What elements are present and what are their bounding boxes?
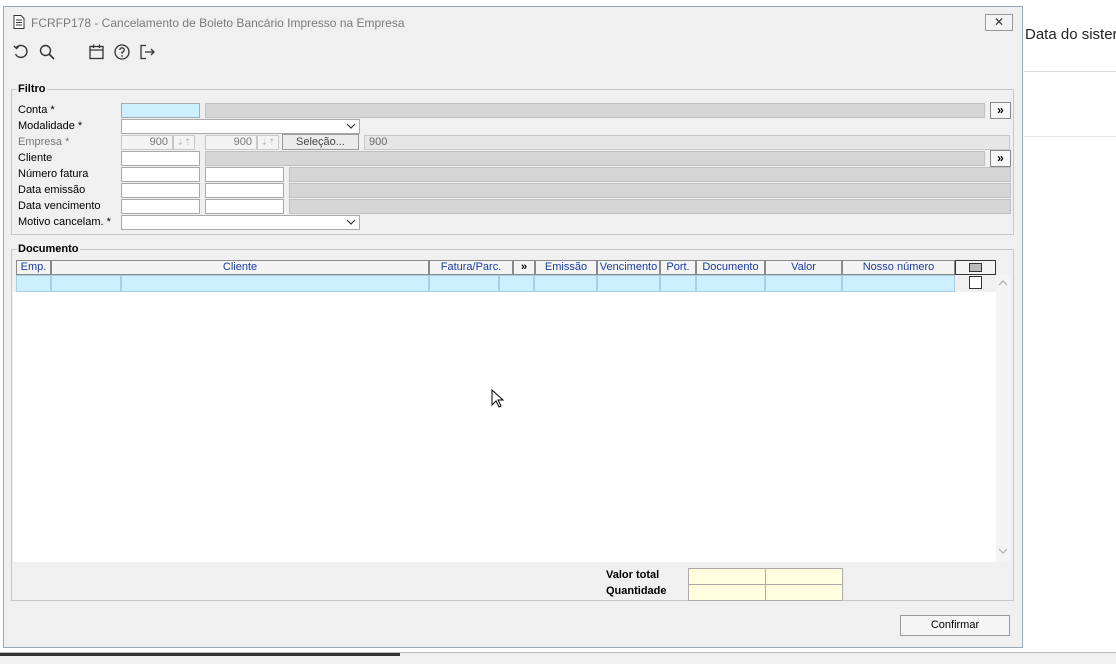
toolbar <box>4 35 1022 65</box>
help-icon <box>114 44 130 60</box>
refresh-button[interactable] <box>12 43 30 61</box>
cell-fatura[interactable] <box>429 275 499 292</box>
modalidade-select[interactable] <box>121 119 360 134</box>
cell-valor[interactable] <box>765 275 842 292</box>
search-icon <box>39 44 55 60</box>
data-emissao-info <box>289 183 1011 198</box>
cell-cliente-name[interactable] <box>121 275 429 292</box>
cell-nosso-numero[interactable] <box>842 275 955 292</box>
chevron-up-icon[interactable] <box>998 279 1008 287</box>
column-header-fatura-parc[interactable]: Fatura/Parc. <box>429 260 513 275</box>
exit-button[interactable] <box>138 43 156 61</box>
divider <box>1024 71 1116 72</box>
conta-lookup-button[interactable]: » <box>990 102 1011 119</box>
filter-title: Filtro <box>17 83 47 95</box>
column-header-documento[interactable]: Documento <box>696 260 765 275</box>
select-all-checkbox[interactable] <box>969 263 982 272</box>
background-system-date-label: Data do sister <box>1025 26 1116 43</box>
row-checkbox[interactable] <box>969 276 982 289</box>
cell-emp[interactable] <box>16 275 51 292</box>
cell-port[interactable] <box>660 275 696 292</box>
quantidade-value <box>688 584 766 601</box>
empresa-label: Empresa * <box>18 136 70 148</box>
motivo-select[interactable] <box>121 215 360 230</box>
data-emissao-from-input[interactable] <box>121 183 200 198</box>
search-button[interactable] <box>38 43 56 61</box>
column-header-valor[interactable]: Valor <box>765 260 842 275</box>
conta-description <box>205 103 985 118</box>
divider <box>1024 136 1116 137</box>
background-app: Data do sister <box>1024 0 1116 663</box>
document-icon <box>13 15 25 29</box>
content-area: Filtro Conta * » Modalidade * Empresa * … <box>4 65 1022 647</box>
data-vencimento-info <box>289 199 1011 214</box>
column-header-emissao[interactable]: Emissão <box>535 260 597 275</box>
chevron-down-icon[interactable] <box>998 547 1008 555</box>
selecao-label: Seleção... <box>296 136 345 148</box>
cliente-lookup-button[interactable]: » <box>990 150 1011 167</box>
cliente-label: Cliente <box>18 152 53 164</box>
empresa-description: 900 <box>364 135 1010 150</box>
column-header-port[interactable]: Port. <box>660 260 696 275</box>
cliente-input[interactable] <box>121 151 200 166</box>
documento-title: Documento <box>17 243 80 255</box>
cell-cliente-code[interactable] <box>51 275 121 292</box>
column-header-cliente[interactable]: Cliente <box>51 260 429 275</box>
data-emissao-label: Data emissão <box>18 184 86 196</box>
window-title: FCRFP178 - Cancelamento de Boleto Bancár… <box>31 16 405 30</box>
confirmar-label: Confirmar <box>930 619 980 631</box>
valor-total-value-2 <box>765 568 843 585</box>
vertical-scrollbar[interactable] <box>996 275 1010 562</box>
column-header-nosso-numero[interactable]: Nosso número <box>842 260 955 275</box>
calendar-icon <box>89 44 104 60</box>
exit-icon <box>140 44 155 60</box>
chevron-down-icon <box>346 123 356 129</box>
mouse-cursor-icon <box>491 389 505 408</box>
cell-emissao[interactable] <box>534 275 597 292</box>
data-vencimento-to-input[interactable] <box>205 199 284 214</box>
empresa-from-input: 900 <box>121 135 173 150</box>
filter-group: Filtro Conta * » Modalidade * Empresa * … <box>11 83 1014 235</box>
empresa-from-spinner: ⇣⇡ <box>173 135 195 150</box>
modalidade-label: Modalidade * <box>18 120 83 132</box>
quantidade-value-2 <box>765 584 843 601</box>
motivo-label: Motivo cancelam. * <box>18 216 111 228</box>
numero-fatura-info <box>289 167 1011 182</box>
select-all-header[interactable] <box>955 260 996 275</box>
empresa-to-input: 900 <box>205 135 257 150</box>
refresh-icon <box>13 44 28 59</box>
quantidade-label: Quantidade <box>606 585 667 597</box>
bottom-scrollbar[interactable] <box>0 652 1116 664</box>
valor-total-value <box>688 568 766 585</box>
cliente-description <box>205 151 985 166</box>
column-header-emp[interactable]: Emp. <box>16 260 51 275</box>
dialog-window: FCRFP178 - Cancelamento de Boleto Bancár… <box>3 6 1023 648</box>
title-bar: FCRFP178 - Cancelamento de Boleto Bancár… <box>4 7 1022 35</box>
close-button[interactable]: ✕ <box>985 14 1013 31</box>
data-emissao-to-input[interactable] <box>205 183 284 198</box>
numero-fatura-to-input[interactable] <box>205 167 284 182</box>
chevron-down-icon <box>346 219 356 225</box>
close-icon: ✕ <box>993 15 1005 29</box>
data-vencimento-from-input[interactable] <box>121 199 200 214</box>
cell-documento[interactable] <box>696 275 765 292</box>
scrollbar-thumb[interactable] <box>0 653 400 656</box>
valor-total-label: Valor total <box>606 569 660 581</box>
numero-fatura-label: Número fatura <box>18 168 89 180</box>
confirmar-button[interactable]: Confirmar <box>900 615 1010 636</box>
numero-fatura-from-input[interactable] <box>121 167 200 182</box>
cell-parcela[interactable] <box>499 275 534 292</box>
selecao-button[interactable]: Seleção... <box>282 134 359 150</box>
calendar-button[interactable] <box>88 43 106 61</box>
data-vencimento-label: Data vencimento <box>18 200 101 212</box>
cell-vencimento[interactable] <box>597 275 660 292</box>
conta-label: Conta * <box>18 104 55 116</box>
empresa-to-spinner: ⇣⇡ <box>257 135 279 150</box>
grid-body <box>13 292 996 562</box>
column-expand-button[interactable]: » <box>513 260 535 275</box>
documento-group: Documento Emp. Cliente Fatura/Parc. » Em… <box>11 243 1014 601</box>
conta-input[interactable] <box>121 103 200 118</box>
help-button[interactable] <box>113 43 131 61</box>
column-header-vencimento[interactable]: Vencimento <box>597 260 660 275</box>
